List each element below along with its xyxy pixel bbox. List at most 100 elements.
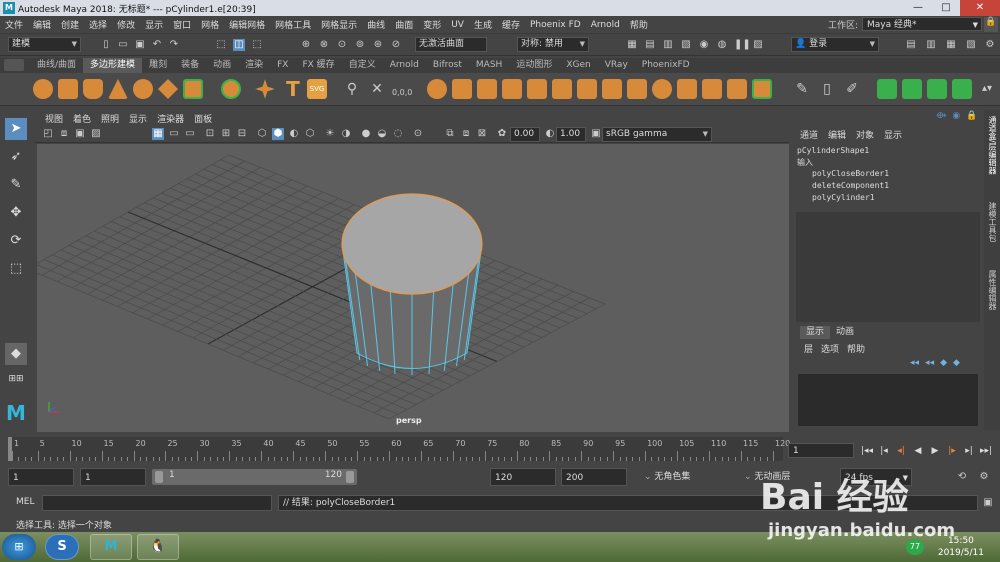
playback-end-field[interactable]: 120 (490, 468, 556, 486)
shelf-scroll-icon[interactable]: ▴▾ (977, 79, 997, 99)
merge-icon[interactable] (727, 79, 747, 99)
multi-cut-icon[interactable]: ✎ (792, 79, 812, 99)
menu-item[interactable]: 编辑 (28, 18, 56, 31)
field-chart-icon[interactable]: ⊞ (220, 128, 232, 140)
layer-menu-options[interactable]: 选项 (821, 342, 839, 355)
range-slider-bar[interactable]: 1 120 (152, 469, 357, 485)
gamma-field[interactable]: 1.00 (556, 127, 586, 142)
resolution-gate-icon[interactable]: ▭ (184, 128, 196, 140)
menu-item[interactable]: UV (446, 20, 469, 30)
render-frame-icon[interactable]: ▦ (626, 39, 638, 51)
scale-tool-icon[interactable]: ⬚ (5, 258, 27, 280)
viewport-menu-item[interactable]: 面板 (189, 112, 217, 125)
bridge-icon[interactable] (627, 79, 647, 99)
save-scene-icon[interactable]: ▣ (134, 39, 146, 51)
go-to-end-icon[interactable]: ▸▸| (979, 444, 993, 458)
new-scene-icon[interactable]: ▯ (100, 39, 112, 51)
shelf-tab[interactable]: 多边形建模 (83, 58, 143, 73)
snap-pivot-icon[interactable]: ⊘ (390, 39, 402, 51)
browser-taskbar-icon[interactable]: S (45, 534, 79, 560)
select-component-icon[interactable]: ⬚ (251, 39, 263, 51)
move-tool-icon[interactable]: ✥ (5, 202, 27, 224)
bevel-icon[interactable] (602, 79, 622, 99)
poly-sphere-icon[interactable] (33, 79, 53, 99)
render-view-icon[interactable]: ▤ (644, 39, 656, 51)
snap-surface-icon[interactable]: ⊛ (372, 39, 384, 51)
viewport-persp[interactable]: persp (37, 144, 789, 432)
maya-m-icon[interactable]: M (5, 402, 27, 424)
start-button[interactable]: ⊞ (2, 534, 36, 560)
layer-menu-help[interactable]: 帮助 (847, 342, 865, 355)
cylindrical-map-icon[interactable] (927, 79, 947, 99)
login-dropdown[interactable]: 👤 登录 ▼ (791, 37, 879, 52)
new-layer-icon[interactable]: ◆ (940, 358, 947, 368)
input-node-item[interactable]: polyCylinder1 (812, 193, 875, 202)
anim-start-field[interactable]: 1 (8, 468, 74, 486)
shadows-icon[interactable]: ◑ (340, 128, 352, 140)
open-scene-icon[interactable]: ▭ (117, 39, 129, 51)
freeze-transform-icon[interactable]: 0,0,0 (392, 79, 412, 99)
pause-icon[interactable]: ❚❚ (734, 39, 751, 51)
textured-icon[interactable]: ⬡ (304, 128, 316, 140)
side-tab-channel-box[interactable]: 通道盒/层编辑器 (986, 116, 998, 191)
settings-gear-icon[interactable]: ⚙ (984, 39, 996, 51)
bookmark-icon[interactable]: ▣ (74, 128, 86, 140)
shelf-tab[interactable]: 渲染 (238, 58, 270, 73)
fill-hole-icon[interactable] (702, 79, 722, 99)
input-node-item[interactable]: polyCloseBorder1 (812, 169, 889, 178)
anim-end-field[interactable]: 200 (561, 468, 627, 486)
grid-toggle-icon[interactable]: ▦ (152, 128, 164, 140)
shelf-tab[interactable]: FX (270, 58, 295, 73)
sculpt-icon[interactable]: ⚲ (342, 79, 362, 99)
maya-taskbar-icon[interactable]: M (90, 534, 132, 560)
range-handle-left[interactable] (155, 471, 163, 483)
layer-list[interactable] (798, 374, 978, 426)
mel-label[interactable]: MEL (16, 497, 34, 507)
snap-curve-icon[interactable]: ⊗ (318, 39, 330, 51)
mode-dropdown[interactable]: 建模 ▼ (8, 37, 81, 52)
shelf-tab[interactable]: 曲线/曲面 (30, 58, 83, 73)
super-shape-icon[interactable] (255, 79, 275, 99)
camera-lock-icon[interactable]: ⧈ (58, 128, 70, 140)
shelf-tab[interactable]: PhoenixFD (635, 58, 697, 73)
wireframe-icon[interactable]: ⬡ (256, 128, 268, 140)
shelf-tab[interactable]: MASH (469, 58, 509, 73)
planar-map-icon[interactable] (902, 79, 922, 99)
snap-grid-icon[interactable]: ⊕ (300, 39, 312, 51)
motion-blur-icon[interactable]: ◒ (376, 128, 388, 140)
menu-item[interactable]: 生成 (469, 18, 497, 31)
shelf-tab[interactable]: VRay (598, 58, 635, 73)
workspace-dropdown[interactable]: Maya 经典* ▼ (862, 17, 982, 31)
gate-mask-icon[interactable]: ⊡ (204, 128, 216, 140)
shelf-tab[interactable]: Bifrost (426, 58, 469, 73)
menu-item[interactable]: 文件 (0, 18, 28, 31)
snap-point-icon[interactable]: ⊙ (336, 39, 348, 51)
uv-editor-icon[interactable] (877, 79, 897, 99)
smooth-icon[interactable] (527, 79, 547, 99)
menu-item[interactable]: 变形 (418, 18, 446, 31)
redo-icon[interactable]: ↷ (168, 39, 180, 51)
delete-history-icon[interactable]: ✕ (367, 79, 387, 99)
paint-select-icon[interactable]: ✎ (5, 174, 27, 196)
colorspace-dropdown[interactable]: sRGB gamma ▼ (602, 127, 712, 142)
target-weld-icon[interactable] (752, 79, 772, 99)
insert-edge-loop-icon[interactable]: ▯ (817, 79, 837, 99)
menu-item[interactable]: 显示 (140, 18, 168, 31)
tool-settings-icon[interactable]: ▦ (945, 39, 957, 51)
layer-move-up-icon[interactable]: ◂◂ (910, 358, 919, 368)
side-tab-attribute-editor[interactable]: 属性编辑器 (986, 270, 998, 330)
channel-box-menu-item[interactable]: 编辑 (828, 128, 846, 141)
image-plane-icon[interactable]: ▨ (90, 128, 102, 140)
menu-item[interactable]: 网格显示 (316, 18, 362, 31)
exposure-field[interactable]: 0.00 (510, 127, 540, 142)
select-tool-icon[interactable]: ➤ (5, 118, 27, 140)
channel-box-menu-item[interactable]: 对象 (856, 128, 874, 141)
cb-help-icon[interactable]: ◉ (952, 111, 960, 121)
safe-action-icon[interactable]: ⊟ (236, 128, 248, 140)
exposure-icon[interactable]: ✿ (496, 128, 508, 140)
maximize-button[interactable]: □ (932, 0, 960, 16)
shape-node-name[interactable]: pCylinderShape1 (797, 146, 869, 155)
menu-item[interactable]: 修改 (112, 18, 140, 31)
qq-taskbar-icon[interactable]: 🐧 (137, 534, 179, 560)
offset-edge-icon[interactable]: ✐ (842, 79, 862, 99)
